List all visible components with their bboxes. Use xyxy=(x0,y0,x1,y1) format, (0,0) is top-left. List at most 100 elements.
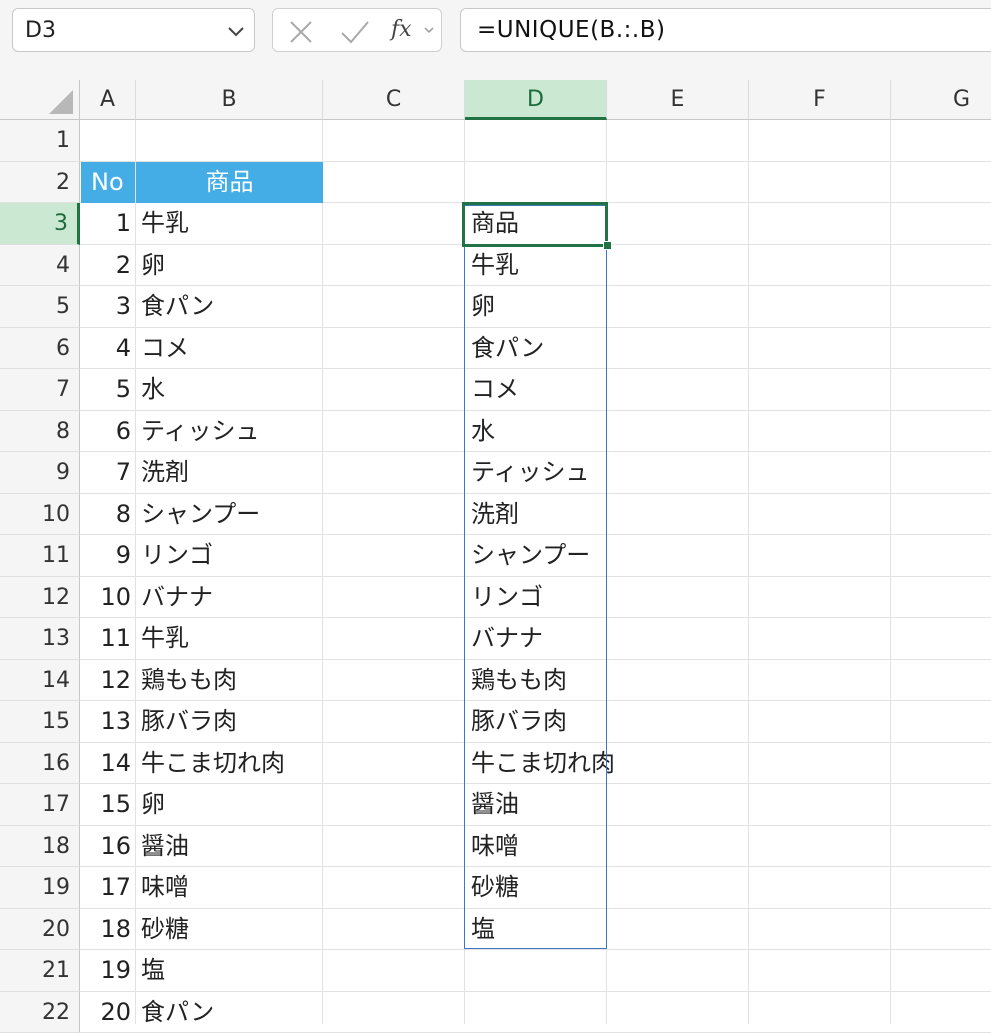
cell-no[interactable]: 9 xyxy=(81,535,135,576)
cell-no[interactable]: 11 xyxy=(81,618,135,659)
cell-no[interactable]: 19 xyxy=(81,950,135,991)
cell-unique-result[interactable]: バナナ xyxy=(466,618,543,659)
cell-unique-result[interactable]: 食パン xyxy=(466,328,544,369)
row-header-11[interactable]: 11 xyxy=(0,535,80,577)
cell-no[interactable]: 2 xyxy=(81,245,135,286)
row-header-13[interactable]: 13 xyxy=(0,618,80,660)
row-header-12[interactable]: 12 xyxy=(0,577,80,619)
column-header-g[interactable]: G xyxy=(891,80,991,120)
table-header-no[interactable]: No xyxy=(81,162,135,203)
cell-item[interactable]: 卵 xyxy=(136,784,165,825)
name-box[interactable]: D3 xyxy=(12,8,255,52)
cell-item[interactable]: 味噌 xyxy=(136,867,189,908)
cell-item[interactable]: ティッシュ xyxy=(136,411,260,452)
grid-hline xyxy=(80,825,991,826)
row-header-3[interactable]: 3 xyxy=(0,203,80,245)
row-header-7[interactable]: 7 xyxy=(0,369,80,411)
cell-item[interactable]: シャンプー xyxy=(136,494,260,535)
row-header-20[interactable]: 20 xyxy=(0,909,80,951)
cell-unique-result[interactable]: 塩 xyxy=(466,909,495,950)
cell-unique-result[interactable]: コメ xyxy=(466,369,519,410)
cell-item[interactable]: 豚バラ肉 xyxy=(136,701,237,742)
cell-no[interactable]: 1 xyxy=(81,203,135,244)
cell-no[interactable]: 10 xyxy=(81,577,135,618)
column-header-d[interactable]: D xyxy=(465,80,607,120)
table-header-item[interactable]: 商品 xyxy=(136,162,323,203)
cell-item[interactable]: 塩 xyxy=(136,950,165,991)
cell-item[interactable]: 食パン xyxy=(136,992,214,1033)
row-header-8[interactable]: 8 xyxy=(0,411,80,453)
row-header-22[interactable]: 22 xyxy=(0,992,80,1033)
cell-unique-result[interactable]: 醤油 xyxy=(466,784,519,825)
row-header-21[interactable]: 21 xyxy=(0,950,80,992)
chevron-down-icon[interactable] xyxy=(423,24,435,36)
cell-no[interactable]: 5 xyxy=(81,369,135,410)
cell-no[interactable]: 4 xyxy=(81,328,135,369)
chevron-down-icon[interactable] xyxy=(226,21,246,41)
row-header-2[interactable]: 2 xyxy=(0,162,80,204)
cell-unique-result[interactable]: 豚バラ肉 xyxy=(466,701,567,742)
row-header-14[interactable]: 14 xyxy=(0,660,80,702)
cell-item[interactable]: 砂糖 xyxy=(136,909,189,950)
cell-unique-result[interactable]: 商品 xyxy=(466,203,519,244)
cell-no[interactable]: 7 xyxy=(81,452,135,493)
cell-item[interactable]: 牛こま切れ肉 xyxy=(136,743,285,784)
cell-unique-result[interactable]: 砂糖 xyxy=(466,867,519,908)
fill-handle[interactable] xyxy=(603,241,612,250)
cell-item[interactable]: 洗剤 xyxy=(136,452,189,493)
row-header-19[interactable]: 19 xyxy=(0,867,80,909)
cell-unique-result[interactable]: 味噌 xyxy=(466,826,519,867)
row-header-10[interactable]: 10 xyxy=(0,494,80,536)
formula-input[interactable]: =UNIQUE(B.:.B) xyxy=(460,8,991,52)
cell-no[interactable]: 15 xyxy=(81,784,135,825)
cell-no[interactable]: 17 xyxy=(81,867,135,908)
cell-no[interactable]: 18 xyxy=(81,909,135,950)
row-header-6[interactable]: 6 xyxy=(0,328,80,370)
row-header-17[interactable]: 17 xyxy=(0,784,80,826)
cell-unique-result[interactable]: 牛こま切れ肉 xyxy=(466,743,615,784)
cell-no[interactable]: 6 xyxy=(81,411,135,452)
cell-item[interactable]: コメ xyxy=(136,328,189,369)
cell-no[interactable]: 14 xyxy=(81,743,135,784)
cell-item[interactable]: 卵 xyxy=(136,245,165,286)
cell-unique-result[interactable]: リンゴ xyxy=(466,577,543,618)
column-header-e[interactable]: E xyxy=(607,80,749,120)
cell-item[interactable]: 食パン xyxy=(136,286,214,327)
column-header-a[interactable]: A xyxy=(80,80,136,120)
row-header-15[interactable]: 15 xyxy=(0,701,80,743)
cell-item[interactable]: 水 xyxy=(136,369,165,410)
row-header-5[interactable]: 5 xyxy=(0,286,80,328)
column-header-c[interactable]: C xyxy=(323,80,465,120)
cell-no[interactable]: 20 xyxy=(81,992,135,1033)
cell-unique-result[interactable]: 牛乳 xyxy=(466,245,519,286)
cancel-icon[interactable] xyxy=(287,18,315,46)
cell-item[interactable]: バナナ xyxy=(136,577,213,618)
cell-unique-result[interactable]: シャンプー xyxy=(466,535,590,576)
row-header-18[interactable]: 18 xyxy=(0,826,80,868)
select-all-corner[interactable] xyxy=(0,80,80,120)
cell-no[interactable]: 13 xyxy=(81,701,135,742)
insert-function-icon[interactable]: fx xyxy=(391,17,412,42)
row-header-16[interactable]: 16 xyxy=(0,743,80,785)
cell-item[interactable]: リンゴ xyxy=(136,535,213,576)
row-header-9[interactable]: 9 xyxy=(0,452,80,494)
column-header-b[interactable]: B xyxy=(136,80,323,120)
cell-no[interactable]: 16 xyxy=(81,826,135,867)
row-header-4[interactable]: 4 xyxy=(0,245,80,287)
check-icon[interactable] xyxy=(339,18,371,46)
cell-unique-result[interactable]: 水 xyxy=(466,411,495,452)
cell-item[interactable]: 牛乳 xyxy=(136,203,189,244)
cell-unique-result[interactable]: 洗剤 xyxy=(466,494,519,535)
row-header-1[interactable]: 1 xyxy=(0,120,80,162)
cell-item[interactable]: 牛乳 xyxy=(136,618,189,659)
column-header-f[interactable]: F xyxy=(749,80,891,120)
cell-unique-result[interactable]: ティッシュ xyxy=(466,452,590,493)
cell-item[interactable]: 醤油 xyxy=(136,826,189,867)
spreadsheet-grid[interactable]: ABCDEFG 12345678910111213141516171819202… xyxy=(0,62,991,1024)
cell-unique-result[interactable]: 鶏もも肉 xyxy=(466,660,567,701)
cell-no[interactable]: 8 xyxy=(81,494,135,535)
cell-unique-result[interactable]: 卵 xyxy=(466,286,495,327)
cell-no[interactable]: 12 xyxy=(81,660,135,701)
cell-no[interactable]: 3 xyxy=(81,286,135,327)
cell-item[interactable]: 鶏もも肉 xyxy=(136,660,237,701)
